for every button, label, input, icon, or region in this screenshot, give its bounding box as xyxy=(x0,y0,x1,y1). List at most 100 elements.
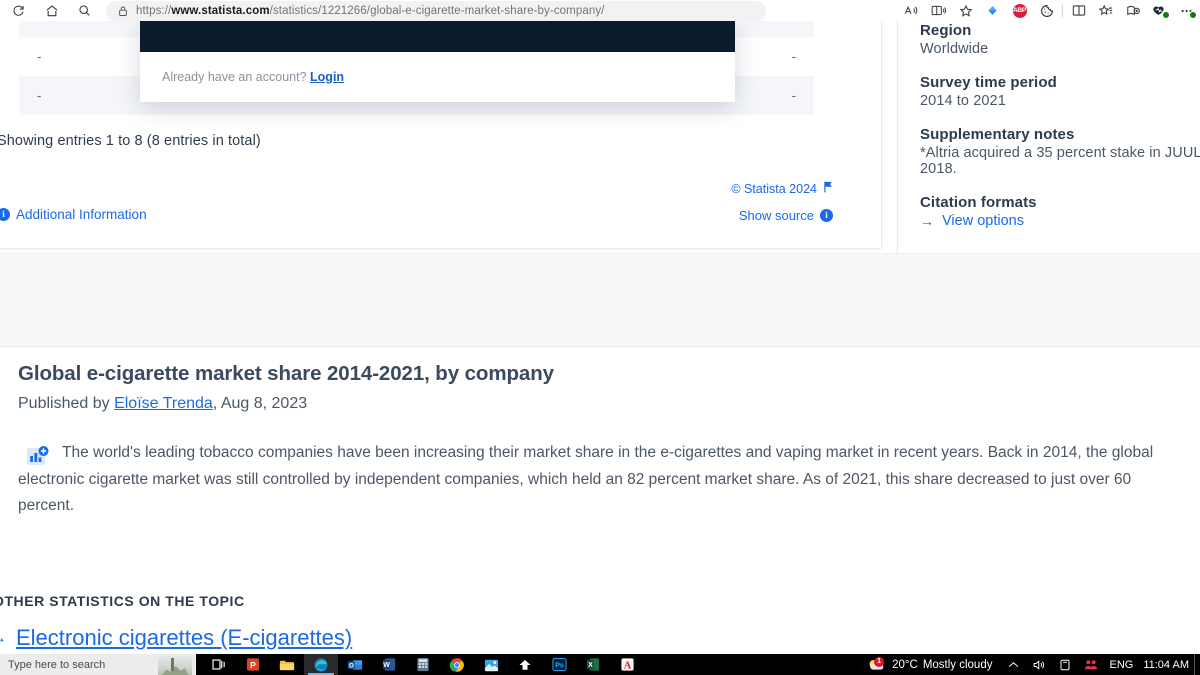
weather-description: Mostly cloudy xyxy=(922,658,993,671)
adblock-plus-label: ABP xyxy=(1012,3,1027,18)
table-cell-value: - xyxy=(791,88,796,103)
svg-text:O: O xyxy=(349,662,354,669)
byline: Published by Eloïse Trenda, Aug 8, 2023 xyxy=(18,395,307,413)
svg-text:A: A xyxy=(623,660,631,671)
band-top-divider xyxy=(0,253,1200,254)
sidebar-heading: Supplementary notes xyxy=(920,126,1075,143)
sidebar-heading: Region xyxy=(920,22,972,39)
search-icon[interactable] xyxy=(68,1,101,21)
read-aloud-icon[interactable] xyxy=(898,0,925,21)
extension-diamond-icon[interactable] xyxy=(979,0,1006,21)
browser-toolbar: https://www.statista.com/statistics/1221… xyxy=(0,0,1200,21)
taskbar-spotlight-image[interactable] xyxy=(158,656,192,675)
clock[interactable]: 11:04 AM xyxy=(1138,659,1194,671)
word-icon[interactable]: W xyxy=(372,654,406,675)
sidebar-block-supplementary-notes: Supplementary notes *Altria acquired a 3… xyxy=(920,126,1200,177)
taskbar-weather[interactable]: 1 20°C Mostly cloudy xyxy=(867,656,1000,673)
chevron-up-icon[interactable] xyxy=(1000,654,1026,675)
system-tray: 1 20°C Mostly cloudy ENG 11:04 AM xyxy=(867,654,1200,675)
sidebar-heading: Citation formats xyxy=(920,194,1037,211)
chrome-icon[interactable] xyxy=(440,654,474,675)
taskbar-search-placeholder: Type here to search xyxy=(8,658,106,671)
sidebar-heading: Survey time period xyxy=(920,74,1057,91)
additional-information-label: Additional Information xyxy=(16,207,147,222)
windows-taskbar: Type here to search P O W Ps X A 1 20°C … xyxy=(0,654,1200,675)
info-icon: i xyxy=(820,209,833,222)
upload-arrow-icon[interactable] xyxy=(508,654,542,675)
section-gap-band xyxy=(0,253,1200,347)
cookie-blocker-icon[interactable] xyxy=(1033,0,1060,21)
other-statistics-section: OTHER STATISTICS ON THE TOPIC → Electron… xyxy=(0,545,1200,654)
refresh-icon[interactable] xyxy=(2,1,35,21)
info-icon: i xyxy=(0,208,10,221)
taskbar-search-box[interactable]: Type here to search xyxy=(0,654,196,675)
page-title: Global e-cigarette market share 2014-202… xyxy=(18,362,554,385)
acrobat-icon[interactable]: A xyxy=(610,654,644,675)
show-source-link[interactable]: Show source i xyxy=(739,208,833,223)
login-prompt-text: Already have an account? xyxy=(162,70,307,84)
volume-icon[interactable] xyxy=(1026,654,1052,675)
weather-temperature: 20°C xyxy=(892,658,918,671)
other-statistics-link-label: Electronic cigarettes (E-cigarettes) xyxy=(16,625,353,650)
more-extensions-icon[interactable] xyxy=(1173,0,1200,21)
table-cell-label: - xyxy=(37,88,42,103)
toolbar-divider xyxy=(1062,4,1063,17)
sidebar-block-citation: Citation formats → View options xyxy=(920,194,1200,229)
login-prompt: Already have an account? Login xyxy=(162,70,344,84)
navigation-buttons xyxy=(0,1,101,21)
signup-modal: Already have an account? Login xyxy=(140,21,735,102)
photos-icon[interactable] xyxy=(474,654,508,675)
browser-essentials-icon[interactable] xyxy=(1119,0,1146,21)
onedrive-icon[interactable] xyxy=(1052,654,1078,675)
shield-status-badge xyxy=(1162,11,1170,19)
showing-entries-label: Showing entries 1 to 8 (8 entries in tot… xyxy=(0,133,261,149)
flag-icon[interactable] xyxy=(824,181,833,196)
svg-text:P: P xyxy=(250,660,256,670)
show-source-label: Show source xyxy=(738,208,814,223)
file-explorer-icon[interactable] xyxy=(270,654,304,675)
sidebar-value: *Altria acquired a 35 percent stake in J… xyxy=(920,145,1200,177)
page-content: - - - - Showing entries 1 to 8 (8 entrie… xyxy=(0,21,1200,654)
task-view-icon[interactable] xyxy=(202,654,236,675)
collections-icon[interactable] xyxy=(1092,0,1119,21)
table-cell-label: - xyxy=(37,49,42,64)
copyright-label: © Statista 2024 xyxy=(731,181,833,196)
more-status-badge xyxy=(1189,11,1197,19)
svg-text:Ps: Ps xyxy=(555,663,564,670)
url-text: https://www.statista.com/statistics/1221… xyxy=(136,4,605,17)
sidebar-value: 2014 to 2021 xyxy=(920,93,1006,109)
shield-extension-icon[interactable] xyxy=(1146,0,1173,21)
address-bar[interactable]: https://www.statista.com/statistics/1221… xyxy=(106,0,766,21)
view-options-label: View options xyxy=(942,213,1024,229)
arrow-right-icon: → xyxy=(920,213,934,229)
login-link[interactable]: Login xyxy=(310,70,344,84)
teams-icon[interactable] xyxy=(1078,654,1104,675)
calculator-icon[interactable] xyxy=(406,654,440,675)
author-link[interactable]: Eloïse Trenda xyxy=(114,395,213,412)
edge-icon[interactable] xyxy=(304,654,338,675)
adblock-plus-icon[interactable]: ABP xyxy=(1006,0,1033,21)
excel-icon[interactable]: X xyxy=(576,654,610,675)
copyright-text: © Statista 2024 xyxy=(731,181,817,196)
sidebar-value: Worldwide xyxy=(920,41,989,57)
view-options-link[interactable]: → View options xyxy=(920,213,1200,229)
article-section: Global e-cigarette market share 2014-202… xyxy=(0,347,1200,545)
split-screen-icon[interactable] xyxy=(1065,0,1092,21)
additional-information-link[interactable]: i Additional Information xyxy=(0,207,147,222)
signup-modal-footer: Already have an account? Login xyxy=(140,52,735,102)
favorites-star-icon[interactable] xyxy=(952,0,979,21)
svg-text:X: X xyxy=(588,662,593,669)
language-indicator[interactable]: ENG xyxy=(1104,659,1138,671)
home-icon[interactable] xyxy=(35,1,68,21)
immersive-reader-icon[interactable] xyxy=(925,0,952,21)
weather-notification-badge: 1 xyxy=(874,656,885,667)
published-by-label: Published by xyxy=(18,395,110,412)
outlook-icon[interactable]: O xyxy=(338,654,372,675)
photoshop-icon[interactable]: Ps xyxy=(542,654,576,675)
other-statistics-link[interactable]: → Electronic cigarettes (E-cigarettes) xyxy=(0,625,352,651)
powerpoint-icon[interactable]: P xyxy=(236,654,270,675)
screen: https://www.statista.com/statistics/1221… xyxy=(0,0,1200,675)
show-desktop-button[interactable] xyxy=(1194,654,1200,675)
toolbar-right-icons: ABP xyxy=(898,0,1200,21)
table-cell-value: - xyxy=(791,49,796,64)
